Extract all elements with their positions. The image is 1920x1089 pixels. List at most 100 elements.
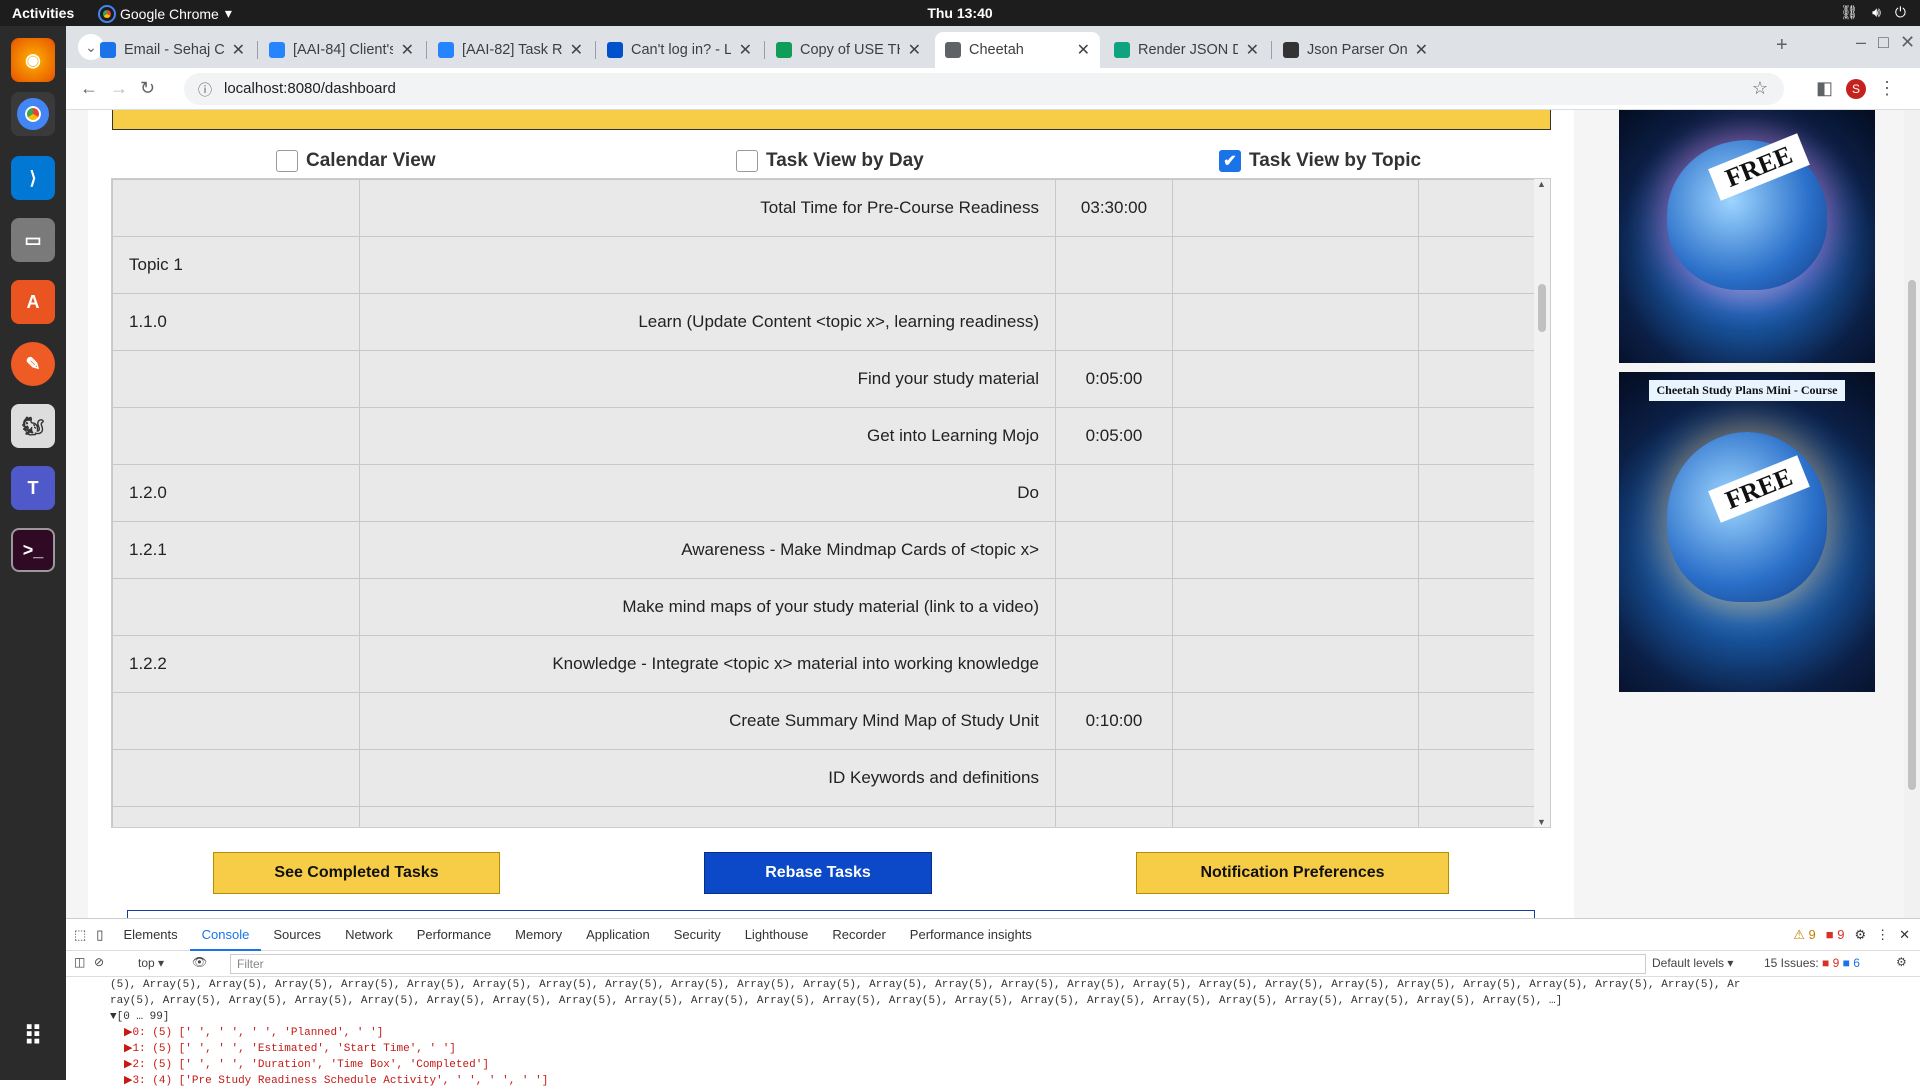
warnings-count[interactable]: ⚠ 9 [1793, 927, 1816, 943]
window-close-icon[interactable]: ✕ [1900, 32, 1915, 53]
log-levels-dropdown[interactable]: Default levels ▾ [1652, 956, 1733, 970]
device-toolbar-icon[interactable]: ▯ [92, 919, 111, 951]
tab-close-icon[interactable]: ✕ [401, 40, 414, 60]
devtools-tab[interactable]: Performance insights [898, 919, 1044, 951]
table-row: 1.2.1 Awareness - Make Mindmap Cards of <… [112, 521, 1536, 579]
sidebar-toggle-icon[interactable]: ◫ [74, 955, 85, 969]
back-icon[interactable]: ← [80, 78, 98, 99]
profile-avatar[interactable]: S [1846, 79, 1866, 99]
browser-tab[interactable]: [AAI-84] Client's Fee ✕ [259, 32, 424, 68]
new-tab-icon[interactable]: + [1776, 34, 1788, 57]
devtools-tab[interactable]: Security [662, 919, 733, 951]
table-row: Make mind maps of your study material (l… [112, 578, 1536, 636]
terminal-icon[interactable]: >_ [11, 528, 55, 572]
task-view-by-topic-checkbox[interactable]: ✔ [1219, 150, 1241, 172]
task-view-by-day-checkbox[interactable] [736, 150, 758, 172]
postman-icon[interactable]: ✎ [11, 342, 55, 386]
inspect-icon[interactable]: ⬚ [66, 919, 92, 951]
calendar-view-checkbox[interactable] [276, 150, 298, 172]
devtools-tab[interactable]: Performance [405, 919, 503, 951]
tab-close-icon[interactable]: ✕ [908, 40, 921, 60]
task-table-container[interactable]: Total Time for Pre-Course Readiness 03:30… [111, 178, 1551, 828]
minimize-icon[interactable]: – [1856, 32, 1866, 53]
console-line[interactable]: ▶3: (4) ['Pre Study Readiness Schedule A… [110, 1073, 1920, 1089]
see-completed-tasks-button[interactable]: See Completed Tasks [213, 852, 500, 894]
devtools-tab[interactable]: Elements [111, 919, 189, 951]
tab-close-icon[interactable]: ✕ [739, 40, 752, 60]
url-text: localhost:8080/dashboard [224, 80, 396, 97]
console-line[interactable]: ▶1: (5) [' ', ' ', 'Estimated', 'Start T… [110, 1041, 1920, 1057]
table-row: 1.2.2 Knowledge - Integrate <topic x> mat… [112, 635, 1536, 693]
browser-tab[interactable]: [AAI-82] Task Rebase ✕ [428, 32, 593, 68]
clock[interactable]: Thu 13:40 [0, 5, 1920, 21]
completed-cell [1418, 407, 1536, 465]
live-expression-eye-icon[interactable]: 👁︎ [192, 955, 207, 969]
firefox-icon[interactable]: ◉ [11, 38, 55, 82]
site-info-icon[interactable]: ⓘ [198, 80, 212, 100]
context-selector[interactable]: top ▾ [138, 956, 164, 970]
start-cell [1172, 749, 1419, 807]
tab-close-icon[interactable]: ✕ [570, 40, 583, 60]
browser-tab[interactable]: Can't log in? - Log in ✕ [597, 32, 762, 68]
console-settings-icon[interactable]: ⚙ [1896, 955, 1907, 969]
clear-console-icon[interactable]: ⊘ [94, 955, 104, 969]
tab-close-icon[interactable]: ✕ [1077, 40, 1090, 60]
devtools-tab[interactable]: Network [333, 919, 405, 951]
devtools-tab[interactable]: Console [189, 919, 262, 951]
show-apps-icon[interactable]: ⠿ [11, 1014, 55, 1058]
dbeaver-icon[interactable]: 🐿︎ [11, 404, 55, 448]
browser-tab[interactable]: Email - Sehaj Chawla ✕ [90, 32, 255, 68]
errors-count[interactable]: ■ 9 [1826, 927, 1845, 942]
settings-gear-icon[interactable]: ⚙ [1854, 927, 1866, 943]
chrome-menu-icon[interactable]: ⋮ [1878, 78, 1896, 99]
console-line[interactable]: ▼[0 … 99] [110, 1009, 1920, 1025]
browser-tab[interactable]: Copy of USE THIS - f ✕ [766, 32, 931, 68]
task-view-by-topic-toggle[interactable]: ✔ Task View by Topic [1219, 150, 1421, 172]
tab-close-icon[interactable]: ✕ [232, 40, 245, 60]
software-center-icon[interactable]: A [11, 280, 55, 324]
console-filter-input[interactable]: Filter [230, 954, 1646, 974]
maximize-icon[interactable]: □ [1878, 32, 1889, 53]
console-output[interactable]: (5), Array(5), Array(5), Array(5), Array… [66, 977, 1920, 1087]
course-title: Cheetah Study Plans Mini - Course [1649, 380, 1845, 401]
activity-cell: ID Keywords and definitions [359, 749, 1056, 807]
side-panel-icon[interactable]: ◧ [1816, 78, 1833, 99]
forward-icon[interactable]: → [110, 78, 128, 99]
start-cell [1172, 236, 1419, 294]
page-scrollbar[interactable] [1904, 110, 1920, 918]
devtools-tab[interactable]: Sources [261, 919, 333, 951]
task-view-by-day-toggle[interactable]: Task View by Day [736, 150, 924, 172]
activity-cell: Knowledge - Integrate <topic x> material… [359, 635, 1056, 693]
devtools-close-icon[interactable]: ✕ [1899, 927, 1910, 943]
bookmark-star-icon[interactable]: ☆ [1752, 78, 1768, 99]
reload-icon[interactable]: ↻ [140, 78, 155, 99]
browser-tab[interactable]: Cheetah ✕ [935, 32, 1100, 68]
address-bar[interactable]: ⓘ localhost:8080/dashboard ☆ [184, 73, 1784, 105]
table-scrollbar[interactable]: ▲ ▼ [1534, 179, 1550, 827]
devtools-tab[interactable]: Lighthouse [733, 919, 821, 951]
devtools-tab[interactable]: Recorder [820, 919, 897, 951]
calendar-view-toggle[interactable]: Calendar View [276, 150, 436, 172]
teams-icon[interactable]: T [11, 466, 55, 510]
rebase-tasks-button[interactable]: Rebase Tasks [704, 852, 932, 894]
notification-preferences-button[interactable]: Notification Preferences [1136, 852, 1449, 894]
console-line[interactable]: ▶0: (5) [' ', ' ', ' ', 'Planned', ' '] [110, 1025, 1920, 1041]
console-line[interactable]: ▶2: (5) [' ', ' ', 'Duration', 'Time Box… [110, 1057, 1920, 1073]
browser-tab[interactable]: Json Parser Online ✕ [1273, 32, 1438, 68]
chrome-icon[interactable] [11, 92, 55, 136]
vscode-icon[interactable]: ⟩ [11, 156, 55, 200]
browser-tab[interactable]: Render JSON Data T ✕ [1104, 32, 1269, 68]
devtools-tab[interactable]: Application [574, 919, 662, 951]
scroll-up-icon[interactable]: ▲ [1537, 179, 1546, 189]
course-ad-bottom[interactable]: Cheetah Study Plans Mini - Course FREE [1619, 372, 1875, 692]
volume-icon: 🔊︎ [1872, 4, 1881, 20]
issues-counter[interactable]: 15 Issues: ■ 9 ■ 6 [1764, 956, 1860, 970]
tab-close-icon[interactable]: ✕ [1415, 40, 1428, 60]
devtools-menu-icon[interactable]: ⋮ [1876, 927, 1889, 943]
tab-close-icon[interactable]: ✕ [1246, 40, 1259, 60]
system-tray[interactable]: ⛓ 🔊︎ ⏻ [1840, 4, 1906, 21]
files-icon[interactable]: ▭ [11, 218, 55, 262]
course-ad-top[interactable]: FREE [1619, 110, 1875, 363]
devtools-tab[interactable]: Memory [503, 919, 574, 951]
scroll-down-icon[interactable]: ▼ [1537, 817, 1546, 827]
